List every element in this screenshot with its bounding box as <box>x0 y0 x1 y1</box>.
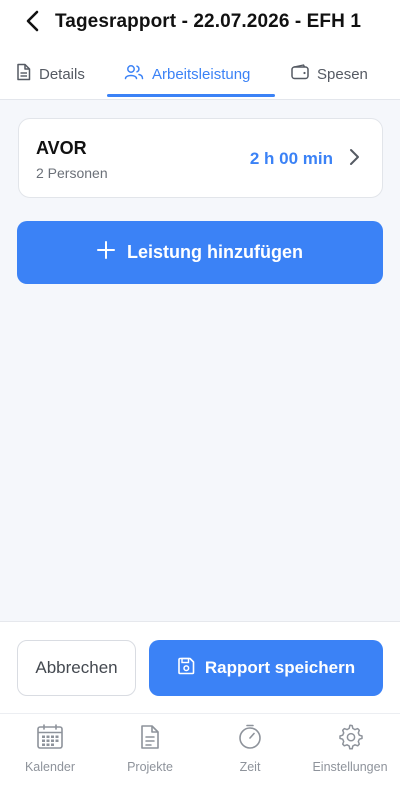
wallet-icon <box>291 64 309 84</box>
nav-item-zeit[interactable]: Zeit <box>200 724 300 778</box>
nav-item-kalender[interactable]: Kalender <box>0 724 100 778</box>
work-entry-duration: 2 h 00 min <box>249 149 333 168</box>
cancel-label: Abbrechen <box>35 658 118 677</box>
nav-item-projekte[interactable]: Projekte <box>100 724 200 778</box>
nav-label: Zeit <box>239 760 261 774</box>
timer-icon <box>237 724 263 755</box>
tab-label: Spesen <box>317 65 368 83</box>
cancel-button[interactable]: Abbrechen <box>17 640 136 696</box>
back-button[interactable] <box>20 10 46 36</box>
work-entry-persons: 2 Personen <box>36 165 108 181</box>
gear-icon <box>337 724 363 755</box>
work-entry-name: AVOR <box>36 138 87 158</box>
chevron-right-icon <box>349 148 360 171</box>
tab-label: Arbeitsleistung <box>152 65 251 83</box>
save-icon <box>177 657 195 680</box>
tab-bar: Details Arbeitsleistung Spesen <box>0 48 400 100</box>
nav-label: Projekte <box>127 760 173 774</box>
tab-spesen[interactable]: Spesen <box>291 48 368 100</box>
document-icon <box>139 724 161 755</box>
page-title: Tagesrapport - 22.07.2026 - EFH 1 <box>55 11 362 32</box>
add-work-label: Leistung hinzufügen <box>127 242 303 262</box>
document-icon <box>16 63 31 85</box>
calendar-icon <box>36 724 64 755</box>
nav-item-einstellungen[interactable]: Einstellungen <box>300 724 400 778</box>
active-tab-indicator <box>107 94 275 97</box>
nav-label: Einstellungen <box>312 760 388 774</box>
nav-label: Kalender <box>24 760 76 774</box>
work-entry-card[interactable]: AVOR 2 Personen 2 h 00 min <box>18 118 383 198</box>
plus-icon <box>97 241 115 264</box>
save-report-button[interactable]: Rapport speichern <box>149 640 383 696</box>
app-header: Tagesrapport - 22.07.2026 - EFH 1 <box>0 0 400 48</box>
chevron-left-icon <box>25 10 41 37</box>
bottom-navigation: Kalender Projekte Zeit Einstellungen <box>0 713 400 786</box>
add-work-button[interactable]: Leistung hinzufügen <box>17 221 383 284</box>
action-bar: Abbrechen Rapport speichern <box>0 621 400 713</box>
tab-details[interactable]: Details <box>16 48 85 100</box>
save-report-label: Rapport speichern <box>204 658 356 677</box>
tab-arbeitsleistung[interactable]: Arbeitsleistung <box>124 48 250 100</box>
tab-label: Details <box>39 65 85 83</box>
users-icon <box>124 64 144 84</box>
main-content: AVOR 2 Personen 2 h 00 min Leistung hinz… <box>0 101 400 621</box>
